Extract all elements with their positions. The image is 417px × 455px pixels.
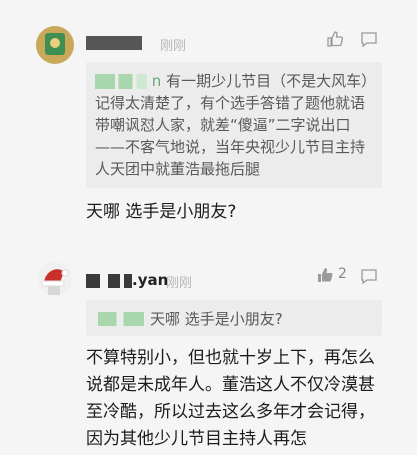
quoted-username-suffix: n bbox=[151, 72, 162, 90]
reply-button[interactable] bbox=[360, 31, 378, 52]
thumb-up-icon bbox=[318, 268, 333, 282]
thumb-up-icon bbox=[327, 31, 344, 47]
comment-time: 刚刚 bbox=[166, 276, 193, 291]
quoted-username-obscured bbox=[95, 74, 147, 89]
user-avatar[interactable] bbox=[38, 262, 72, 296]
username-obscured bbox=[108, 274, 120, 288]
like-button[interactable] bbox=[326, 30, 344, 52]
username-obscured bbox=[86, 274, 100, 288]
comment-time: 刚刚 bbox=[160, 39, 187, 54]
like-count: 2 bbox=[338, 266, 347, 282]
user-avatar[interactable] bbox=[36, 26, 74, 64]
comment-text: 天哪 选手是小朋友? bbox=[86, 202, 237, 222]
quoted-comment-body: n 有一期少儿节目（不是大风车）记得太清楚了，有个选手答错了题他就语带嘲讽怼人家… bbox=[95, 70, 377, 180]
quoted-text: 天哪 选手是小朋友? bbox=[150, 310, 283, 328]
like-button[interactable]: 2 bbox=[316, 266, 347, 286]
santa-hat-icon bbox=[41, 269, 69, 295]
username-obscured[interactable] bbox=[86, 36, 156, 50]
quoted-comment[interactable]: 天哪 选手是小朋友? bbox=[86, 300, 382, 336]
comment-text: 不算特别小，但也就十岁上下，再怎么说都是未成年人。董浩这人不仅冷漠甚至冷酷，所以… bbox=[86, 348, 375, 449]
quoted-comment[interactable]: n 有一期少儿节目（不是大风车）记得太清楚了，有个选手答错了题他就语带嘲讽怼人家… bbox=[86, 62, 382, 188]
reply-button[interactable] bbox=[360, 268, 378, 289]
comment-bubble-icon bbox=[361, 269, 377, 285]
comment-bubble-icon bbox=[361, 32, 377, 48]
username-obscured bbox=[124, 274, 132, 288]
username-suffix: .yan bbox=[132, 271, 169, 289]
quoted-username-obscured bbox=[98, 312, 144, 326]
